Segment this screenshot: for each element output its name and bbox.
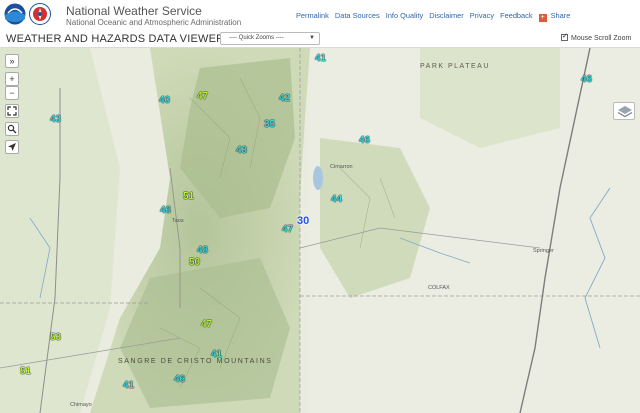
temp-obs[interactable]: 51 — [20, 366, 31, 377]
temp-obs[interactable]: 44 — [331, 194, 342, 205]
label-springer: Springer — [533, 248, 554, 254]
zoom-out-button[interactable]: − — [5, 86, 19, 100]
layers-icon — [617, 106, 633, 118]
share-icon: + — [538, 14, 547, 22]
dropdown-arrow-icon: ▼ — [309, 35, 315, 41]
search-button[interactable] — [5, 122, 19, 136]
temp-obs[interactable]: 50 — [189, 257, 200, 268]
viewer-toolbar: WEATHER AND HAZARDS DATA VIEWER ---- Qui… — [0, 30, 640, 48]
label-park-plateau: PARK PLATEAU — [420, 63, 490, 70]
quick-zoom-value: ---- Quick Zooms ---- — [229, 35, 284, 41]
zoom-in-button[interactable]: + — [5, 72, 19, 86]
terrain-basemap — [0, 48, 640, 413]
temp-obs[interactable]: 41 — [123, 380, 134, 391]
fullscreen-icon — [7, 106, 17, 116]
temp-obs[interactable]: 42 — [279, 93, 290, 104]
temp-obs[interactable]: 47 — [282, 224, 293, 235]
search-icon — [7, 124, 17, 134]
label-taos: Taos — [172, 218, 184, 224]
temp-obs[interactable]: 46 — [359, 135, 370, 146]
scroll-zoom-label: Mouse Scroll Zoom — [571, 35, 632, 42]
temp-obs[interactable]: 46 — [581, 74, 592, 85]
link-data-sources[interactable]: Data Sources — [335, 11, 380, 20]
viewer-title: WEATHER AND HAZARDS DATA VIEWER — [6, 33, 225, 45]
locate-button[interactable] — [5, 140, 19, 154]
share-button[interactable]: + Share — [538, 11, 575, 22]
label-cimarron: Cimarron — [330, 164, 353, 170]
label-sangre-de-cristo: SANGRE DE CRISTO MOUNTAINS — [118, 358, 273, 365]
fullscreen-button[interactable] — [5, 104, 19, 118]
link-info-quality[interactable]: Info Quality — [386, 11, 423, 20]
link-permalink[interactable]: Permalink — [296, 11, 329, 20]
link-disclaimer[interactable]: Disclaimer — [429, 11, 464, 20]
temp-obs[interactable]: 53 — [50, 332, 61, 343]
locate-arrow-icon — [8, 143, 16, 151]
agency-name: National Weather Service — [66, 4, 202, 18]
link-privacy[interactable]: Privacy — [470, 11, 494, 20]
temp-obs[interactable]: 40 — [159, 95, 170, 106]
temp-obs[interactable]: 41 — [315, 53, 326, 64]
scroll-zoom-toggle[interactable]: Mouse Scroll Zoom — [561, 32, 632, 42]
layers-button[interactable] — [613, 102, 635, 120]
header-links: Permalink Data Sources Info Quality Disc… — [296, 11, 578, 22]
temp-obs[interactable]: 43 — [236, 145, 247, 156]
agency-subtitle: National Oceanic and Atmospheric Adminis… — [66, 18, 242, 27]
nws-logo[interactable] — [29, 3, 51, 25]
label-colfax: COLFAX — [428, 285, 450, 291]
site-header: National Weather Service National Oceani… — [0, 0, 640, 30]
temp-obs[interactable]: 30 — [297, 215, 309, 227]
temp-obs[interactable]: 48 — [197, 245, 208, 256]
noaa-logo[interactable] — [4, 3, 26, 25]
temp-obs[interactable]: 35 — [264, 119, 275, 130]
temp-obs[interactable]: 43 — [50, 114, 61, 125]
label-chimayo: Chimayo — [70, 402, 92, 408]
temp-obs[interactable]: 47 — [201, 319, 212, 330]
temp-obs[interactable]: 41 — [211, 349, 222, 360]
quick-zoom-select[interactable]: ---- Quick Zooms ---- ▼ — [220, 32, 320, 45]
share-label: Share — [550, 11, 571, 20]
temp-obs[interactable]: 46 — [160, 205, 171, 216]
temp-obs[interactable]: 51 — [183, 191, 194, 202]
temp-obs[interactable]: 46 — [174, 374, 185, 385]
scroll-zoom-checkbox[interactable] — [561, 32, 568, 41]
expand-panel-button[interactable]: » — [5, 54, 19, 68]
temp-obs[interactable]: 47 — [197, 91, 208, 102]
map-canvas[interactable]: PARK PLATEAU SANGRE DE CRISTO MOUNTAINS … — [0, 48, 640, 413]
link-feedback[interactable]: Feedback — [500, 11, 532, 20]
